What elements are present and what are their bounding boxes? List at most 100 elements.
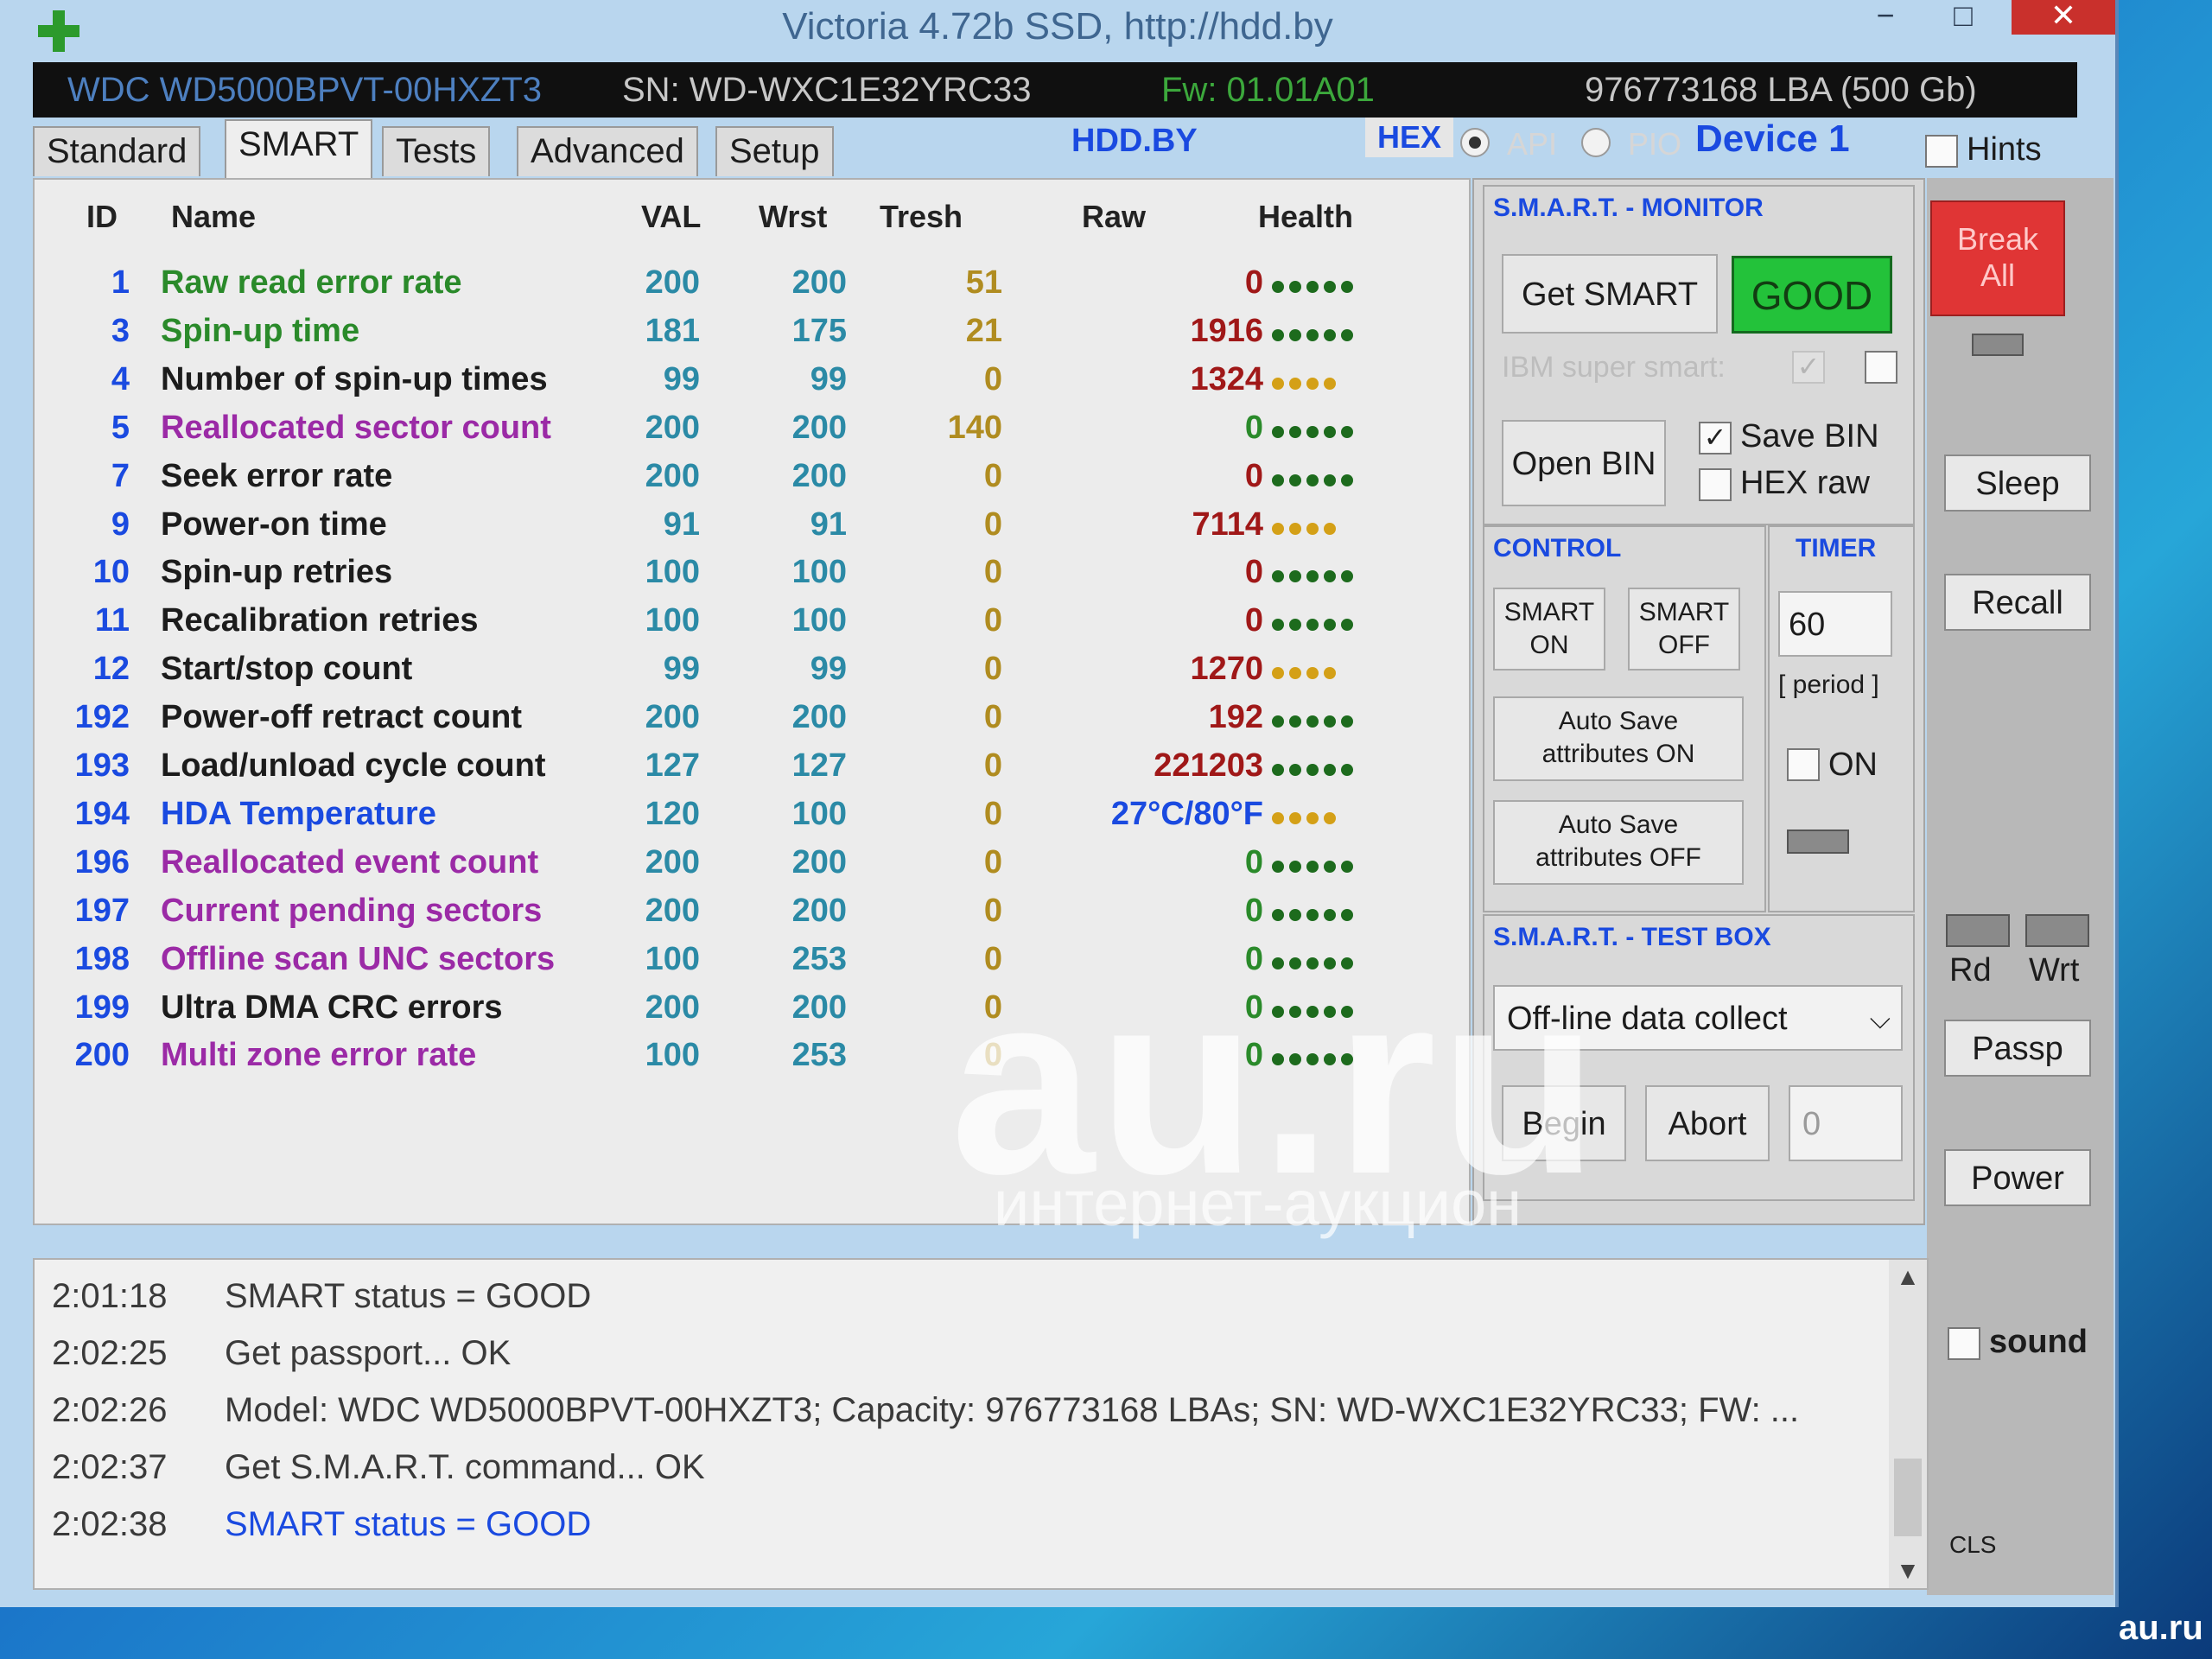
timer-on-checkbox[interactable]	[1787, 748, 1820, 781]
col-header-val: VAL	[641, 199, 702, 234]
log-scrollbar[interactable]: ▲ ▼	[1889, 1260, 1927, 1588]
break-all-button[interactable]: Break All	[1930, 200, 2065, 316]
get-smart-button[interactable]: Get SMART	[1502, 254, 1718, 334]
attr-raw: 7114	[1192, 505, 1263, 543]
health-dot	[1289, 667, 1301, 680]
table-row[interactable]: 193 Load/unload cycle count 127 127 0 221203	[35, 741, 1469, 788]
victoria-window: Victoria 4.72b SSD, http://hdd.by − □ ✕ …	[0, 0, 2119, 1607]
smart-on-label-2: ON	[1529, 631, 1569, 659]
health-dot	[1289, 281, 1301, 293]
attr-id: 4	[111, 360, 130, 397]
tab-setup[interactable]: Setup	[715, 126, 834, 176]
attr-value: 120	[645, 795, 700, 832]
hex-raw-checkbox[interactable]	[1699, 468, 1732, 501]
table-row[interactable]: 10 Spin-up retries 100 100 0 0	[35, 547, 1469, 594]
abort-button[interactable]: Abort	[1645, 1085, 1770, 1161]
hints-checkbox[interactable]	[1925, 135, 1958, 168]
passport-button[interactable]: Passp	[1944, 1020, 2091, 1077]
health-dot	[1341, 474, 1353, 486]
hdd-by-link[interactable]: HDD.BY	[1071, 123, 1198, 160]
attr-threshold: 0	[983, 651, 1002, 688]
scroll-thumb[interactable]	[1894, 1459, 1922, 1536]
ibm-aux-checkbox[interactable]	[1865, 351, 1897, 384]
attr-threshold: 0	[983, 360, 1002, 397]
table-row[interactable]: 197 Current pending sectors 200 200 0 0	[35, 886, 1469, 933]
table-row[interactable]: 9 Power-on time 91 91 0 7114	[35, 499, 1469, 547]
health-dot	[1289, 474, 1301, 486]
timer-period-input[interactable]: 60	[1778, 591, 1892, 657]
attr-threshold: 51	[965, 264, 1002, 301]
table-row[interactable]: 12 Start/stop count 99 99 0 1270	[35, 644, 1469, 691]
hex-toggle[interactable]: HEX	[1365, 118, 1454, 157]
api-radio[interactable]	[1460, 128, 1490, 157]
ibm-super-smart-checkbox[interactable]: ✓	[1792, 351, 1825, 384]
attr-worst: 253	[791, 940, 847, 977]
auto-save-on-button[interactable]: Auto Save attributes ON	[1493, 696, 1744, 781]
scroll-up-icon[interactable]: ▲	[1889, 1263, 1927, 1291]
table-row[interactable]: 3 Spin-up time 181 175 21 1916	[35, 306, 1469, 353]
attr-threshold: 0	[983, 795, 1002, 832]
attr-value: 127	[645, 747, 700, 784]
attr-name: Offline scan UNC sectors	[161, 940, 556, 977]
log-time: 2:01:18	[52, 1277, 168, 1315]
attr-name: Current pending sectors	[161, 892, 543, 929]
attr-threshold: 0	[983, 699, 1002, 736]
table-row[interactable]: 11 Recalibration retries 100 100 0 0	[35, 595, 1469, 643]
tab-tests[interactable]: Tests	[382, 126, 491, 176]
table-row[interactable]: 1 Raw read error rate 200 200 51 0	[35, 257, 1469, 305]
table-row[interactable]: 192 Power-off retract count 200 200 0 192	[35, 692, 1469, 740]
log-message: Get S.M.A.R.T. command... OK	[225, 1448, 705, 1486]
health-dot	[1289, 328, 1301, 341]
maximize-button[interactable]: □	[1923, 0, 2003, 35]
table-row[interactable]: 194 HDA Temperature 120 100 0 27°C/80°F	[35, 789, 1469, 836]
timer-indicator	[1787, 830, 1849, 854]
close-button[interactable]: ✕	[2012, 0, 2115, 35]
health-dot	[1324, 328, 1336, 341]
attr-worst: 175	[791, 312, 847, 349]
open-bin-button[interactable]: Open BIN	[1502, 420, 1666, 506]
control-group: CONTROL SMART ON SMART OFF Auto Save att…	[1483, 525, 1766, 912]
health-dot	[1272, 619, 1284, 632]
drive-capacity: 976773168 LBA (500 Gb)	[1585, 71, 1977, 109]
attr-id: 11	[94, 602, 130, 639]
attr-id: 1	[111, 264, 130, 301]
health-dot	[1341, 908, 1353, 921]
device-selector[interactable]: Device 1	[1695, 118, 1850, 161]
attr-worst: 100	[791, 602, 847, 639]
sound-checkbox[interactable]	[1948, 1327, 1980, 1360]
recall-button[interactable]: Recall	[1944, 574, 2091, 631]
tab-smart[interactable]: SMART	[225, 119, 373, 178]
pio-radio[interactable]	[1581, 128, 1611, 157]
power-button[interactable]: Power	[1944, 1149, 2091, 1206]
health-dot	[1324, 619, 1336, 632]
cls-button[interactable]: CLS	[1949, 1531, 1996, 1559]
health-dot	[1306, 860, 1319, 873]
auto-save-off-button[interactable]: Auto Save attributes OFF	[1493, 800, 1744, 885]
attr-worst: 99	[810, 651, 847, 688]
table-row[interactable]: 196 Reallocated event count 200 200 0 0	[35, 837, 1469, 885]
attr-value: 200	[645, 988, 700, 1026]
smart-on-label-1: SMART	[1503, 598, 1595, 626]
table-row[interactable]: 7 Seek error rate 200 200 0 0	[35, 451, 1469, 499]
tab-advanced[interactable]: Advanced	[517, 126, 698, 176]
attr-value: 200	[645, 264, 700, 301]
scroll-down-icon[interactable]: ▼	[1889, 1557, 1927, 1585]
smart-on-button[interactable]: SMART ON	[1493, 588, 1605, 671]
tab-standard[interactable]: Standard	[33, 126, 201, 176]
health-dot	[1272, 570, 1284, 583]
minimize-button[interactable]: −	[1846, 0, 1925, 35]
attr-id: 5	[111, 409, 130, 446]
health-dot	[1289, 425, 1301, 438]
attr-raw: 0	[1244, 457, 1263, 494]
attr-value: 100	[645, 602, 700, 639]
attr-name: Reallocated event count	[161, 843, 539, 880]
table-row[interactable]: 5 Reallocated sector count 200 200 140 0	[35, 403, 1469, 450]
sleep-button[interactable]: Sleep	[1944, 454, 2091, 512]
table-row[interactable]: 4 Number of spin-up times 99 99 0 1324	[35, 354, 1469, 402]
attr-name: Number of spin-up times	[161, 360, 548, 397]
smart-off-button[interactable]: SMART OFF	[1628, 588, 1740, 671]
health-dot	[1272, 474, 1284, 486]
test-progress-field[interactable]: 0	[1789, 1085, 1903, 1161]
attr-health	[1272, 458, 1445, 495]
save-bin-checkbox[interactable]: ✓	[1699, 422, 1732, 454]
